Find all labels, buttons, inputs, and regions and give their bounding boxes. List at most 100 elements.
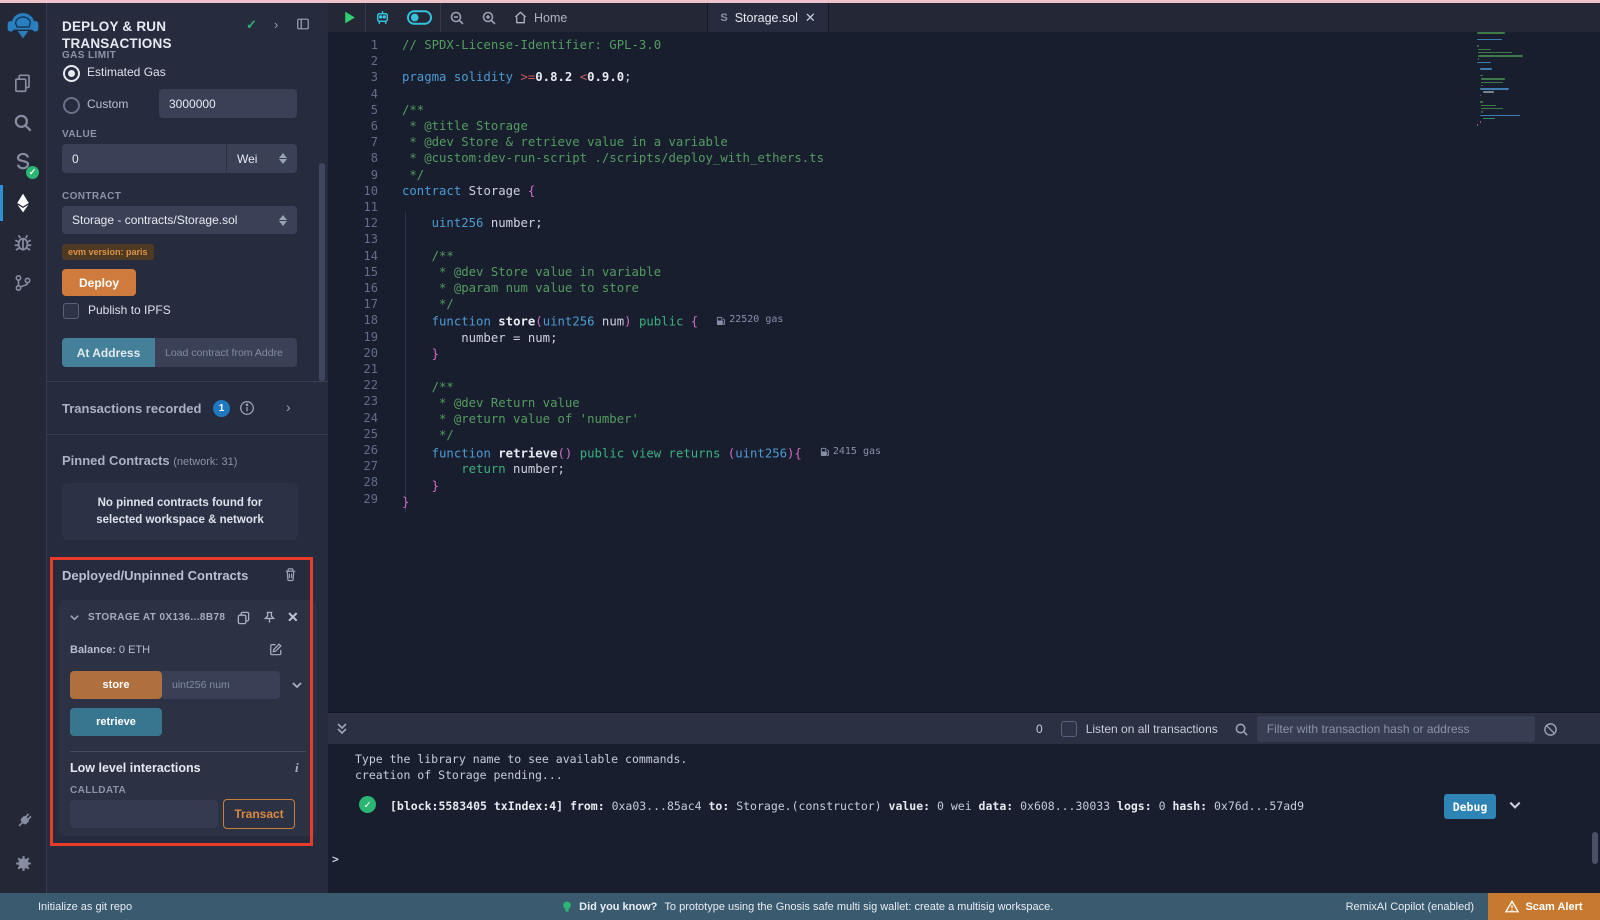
- estimated-gas-radio[interactable]: [63, 65, 80, 82]
- ai-copilot-icon[interactable]: [366, 3, 399, 32]
- line-number: 26: [328, 442, 378, 458]
- expand-args-icon[interactable]: [291, 679, 303, 691]
- deploy-run-icon[interactable]: [0, 183, 46, 223]
- pin-icon[interactable]: [262, 610, 277, 625]
- transact-button[interactable]: Transact: [223, 799, 295, 829]
- tab-storage-sol[interactable]: S Storage.sol ✕: [707, 3, 828, 32]
- filter-transactions-input[interactable]: Filter with transaction hash or address: [1257, 716, 1535, 742]
- scam-alert-badge[interactable]: Scam Alert: [1488, 893, 1600, 920]
- line-number: 25: [328, 426, 378, 442]
- line-number: 17: [328, 296, 378, 312]
- unit-spinner-icon[interactable]: [279, 149, 287, 168]
- minimap-line: [1478, 49, 1491, 51]
- code-line: uint256 number;: [402, 215, 881, 231]
- minimap-line: [1481, 111, 1483, 113]
- line-number: 20: [328, 345, 378, 361]
- retrieve-function-button[interactable]: retrieve: [70, 708, 162, 736]
- edit-balance-icon[interactable]: [269, 642, 283, 656]
- terminal-search-icon[interactable]: [1226, 715, 1257, 744]
- zoom-in-icon[interactable]: [473, 3, 505, 32]
- publish-ipfs-checkbox[interactable]: [63, 303, 79, 319]
- code-editor[interactable]: 1234567891011121314151617181920212223242…: [328, 32, 1600, 712]
- minimap-line: [1477, 62, 1491, 64]
- contract-select[interactable]: Storage - contracts/Storage.sol: [62, 206, 297, 234]
- deploy-button[interactable]: Deploy: [62, 269, 136, 296]
- home-tab[interactable]: Home: [505, 3, 575, 32]
- code-line: function store(uint256 num) public {2252…: [402, 312, 881, 330]
- low-level-info-icon[interactable]: i: [295, 760, 299, 776]
- lightbulb-icon: [562, 900, 572, 914]
- panel-expand-icon[interactable]: ›: [274, 17, 278, 32]
- store-arg-input[interactable]: uint256 num: [162, 671, 280, 699]
- home-icon: [513, 10, 528, 25]
- solidity-compiler-icon[interactable]: ✓: [0, 143, 46, 183]
- collapse-terminal-icon[interactable]: [328, 715, 356, 744]
- code-line: /**: [402, 379, 881, 395]
- terminal-header: 0 Listen on all transactions Filter with…: [328, 712, 1600, 745]
- run-script-icon[interactable]: [328, 3, 365, 32]
- panel-scrollbar[interactable]: [319, 163, 325, 381]
- minimap-line: [1478, 58, 1480, 60]
- store-function-button[interactable]: store: [70, 671, 162, 699]
- copilot-toggle-icon[interactable]: [399, 3, 440, 32]
- contract-spinner-icon[interactable]: [279, 211, 287, 230]
- value-unit-select[interactable]: Wei: [226, 144, 297, 173]
- git-icon[interactable]: [0, 263, 46, 303]
- line-number: 6: [328, 118, 378, 134]
- plugin-manager-icon[interactable]: [0, 801, 46, 841]
- panel-pin-view-icon[interactable]: [296, 17, 310, 31]
- debug-button[interactable]: Debug: [1444, 794, 1496, 819]
- gas-estimate-annotation: 2415 gas: [820, 444, 881, 460]
- custom-gas-input[interactable]: 3000000: [159, 89, 297, 118]
- copy-address-icon[interactable]: [236, 610, 251, 625]
- code-line: [402, 231, 881, 247]
- contract-card-header[interactable]: STORAGE AT 0X136...8B78: [69, 612, 225, 623]
- remix-logo-icon[interactable]: [5, 9, 41, 41]
- expand-log-icon[interactable]: [1508, 798, 1522, 812]
- code-line: [402, 199, 881, 215]
- zoom-out-icon[interactable]: [441, 3, 473, 32]
- code-line: */: [402, 296, 881, 312]
- code-line: }: [402, 346, 881, 362]
- value-label: VALUE: [62, 129, 97, 140]
- line-number-gutter: 1234567891011121314151617181920212223242…: [328, 37, 378, 507]
- search-icon[interactable]: [0, 103, 46, 143]
- at-address-input[interactable]: Load contract from Addre: [155, 338, 297, 367]
- transactions-info-icon[interactable]: [239, 400, 255, 416]
- deployed-contracts-title: Deployed/Unpinned Contracts: [62, 568, 248, 583]
- calldata-label: CALLDATA: [70, 785, 126, 796]
- code-line: [402, 363, 881, 379]
- icon-rail: ✓: [0, 3, 47, 893]
- minimap-line: [1481, 82, 1503, 84]
- transaction-log-line[interactable]: [block:5583405 txIndex:4] from: 0xa03...…: [390, 799, 1304, 813]
- code-line: [402, 86, 881, 102]
- code-line: return number;: [402, 461, 881, 477]
- settings-gear-icon[interactable]: [0, 843, 46, 883]
- code-line: /**: [402, 102, 881, 118]
- deploy-run-panel: DEPLOY & RUN TRANSACTIONS ✓ › GAS LIMIT …: [47, 3, 328, 893]
- code-line: contract Storage {: [402, 183, 881, 199]
- debugger-icon[interactable]: [0, 223, 46, 263]
- value-input[interactable]: 0: [62, 144, 226, 173]
- trash-icon[interactable]: [283, 567, 298, 582]
- minimap-line: [1478, 52, 1512, 54]
- line-number: 24: [328, 410, 378, 426]
- clear-terminal-icon[interactable]: [1535, 715, 1566, 744]
- code-line: */: [402, 167, 881, 183]
- transactions-expand-icon[interactable]: ›: [286, 399, 291, 415]
- git-init-status[interactable]: Initialize as git repo: [38, 901, 132, 913]
- terminal[interactable]: Type the library name to see available c…: [328, 744, 1600, 893]
- line-number: 14: [328, 248, 378, 264]
- deployed-contract-card: STORAGE AT 0X136...8B78 ✕ Balance: 0 ETH: [59, 600, 316, 836]
- close-tab-icon[interactable]: ✕: [805, 10, 816, 26]
- close-instance-icon[interactable]: ✕: [287, 609, 299, 626]
- custom-gas-radio[interactable]: [63, 97, 80, 114]
- terminal-scrollbar[interactable]: [1592, 832, 1598, 864]
- copilot-status[interactable]: RemixAI Copilot (enabled): [1346, 901, 1474, 913]
- listen-all-checkbox[interactable]: [1061, 721, 1077, 737]
- at-address-button[interactable]: At Address: [62, 338, 155, 367]
- file-explorer-icon[interactable]: [0, 63, 46, 103]
- calldata-input[interactable]: [70, 800, 218, 828]
- code-line: */: [402, 427, 881, 443]
- editor-minimap[interactable]: [1477, 32, 1549, 132]
